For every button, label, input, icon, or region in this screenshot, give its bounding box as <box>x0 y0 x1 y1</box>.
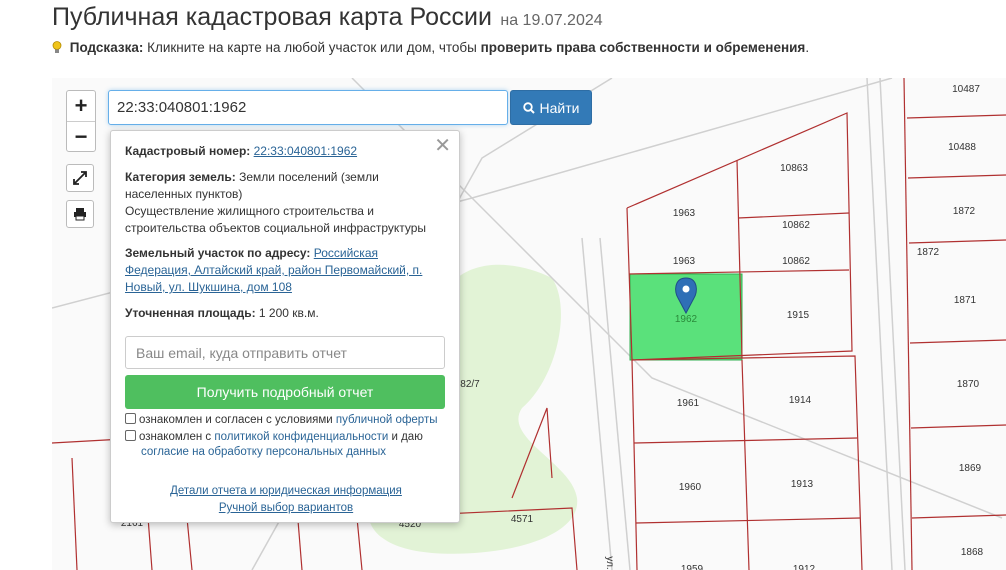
hint-end: . <box>805 40 810 55</box>
parcel-label: 1912 <box>793 564 816 570</box>
offer-consent-checkbox[interactable] <box>125 413 136 424</box>
print-button[interactable] <box>66 200 94 228</box>
area-value: 1 200 кв.м. <box>255 306 319 320</box>
parcel-label: 1870 <box>957 379 980 390</box>
parcel-label: 82/7 <box>460 379 480 390</box>
report-details-link[interactable]: Детали отчета и юридическая информация <box>111 483 461 500</box>
hint-text: Кликните на карте на любой участок или д… <box>143 40 481 55</box>
zoom-in-button[interactable]: + <box>67 91 95 121</box>
public-offer-link[interactable]: публичной оферты <box>336 414 438 426</box>
street-label: ул. <box>604 556 615 569</box>
expand-icon <box>73 171 87 185</box>
area-row: Уточненная площадь: 1 200 кв.м. <box>125 305 445 322</box>
find-button[interactable]: Найти <box>510 90 592 125</box>
parcel-label: 1871 <box>954 295 977 306</box>
parcel-label: 1960 <box>679 482 702 493</box>
date-label: на 19.07.2024 <box>500 12 603 29</box>
parcel-label: 1963 <box>673 256 696 267</box>
parcel-label: 1962 <box>675 314 698 325</box>
parcel-label: 1961 <box>677 398 700 409</box>
zoom-control: + − <box>66 90 96 152</box>
parcel-label: 1915 <box>787 310 810 321</box>
parcel-label: 10863 <box>780 163 808 174</box>
parcel-label: 1868 <box>961 547 984 558</box>
cadastral-map[interactable]: 10487 10488 10863 1963 10862 1872 1963 1… <box>52 78 1006 570</box>
consent2-text: ознакомлен с <box>139 431 215 443</box>
parcel-label: 1913 <box>791 479 814 490</box>
printer-icon <box>74 208 86 221</box>
consent-data-row: согласие на обработку персональных данны… <box>125 445 445 460</box>
search-icon <box>522 101 535 114</box>
hint-line: Подсказка: Кликните на карте на любой уч… <box>52 40 809 55</box>
parcel-label: 1869 <box>959 463 982 474</box>
parcel-info-popup: ✕ Кадастровый номер: 22:33:040801:1962 К… <box>110 130 460 523</box>
page-header: Публичная кадастровая карта России на 19… <box>52 3 603 32</box>
privacy-consent-checkbox[interactable] <box>125 430 136 441</box>
parcel-label: 1872 <box>953 206 976 217</box>
cadastral-label: Кадастровый номер: <box>125 144 251 158</box>
parcel-label: 1914 <box>789 395 812 406</box>
offer-consent-row: ознакомлен и согласен с условиями публич… <box>125 413 445 428</box>
fullscreen-button[interactable] <box>66 164 94 192</box>
address-row: Земельный участок по адресу: Российская … <box>125 245 445 296</box>
cadastral-number-row: Кадастровый номер: 22:33:040801:1962 <box>125 143 445 160</box>
privacy-consent-row: ознакомлен с политикой конфиденциальност… <box>125 430 445 445</box>
parcel-label: 1872 <box>917 247 940 258</box>
parcel-label: 10862 <box>782 220 810 231</box>
data-processing-link[interactable]: согласие на обработку персональных данны… <box>141 446 386 458</box>
parcel-label: 10488 <box>948 142 976 153</box>
parcel-label: 4571 <box>511 514 534 525</box>
privacy-policy-link[interactable]: политикой конфиденциальности <box>214 431 388 443</box>
consent1-text: ознакомлен и согласен с условиями <box>139 414 336 426</box>
address-label: Земельный участок по адресу: <box>125 246 311 260</box>
parcel-label: 1959 <box>681 564 704 570</box>
cadastral-search-input[interactable] <box>108 90 508 125</box>
zoom-out-button[interactable]: − <box>67 121 95 151</box>
consent2-tail: и даю <box>388 431 423 443</box>
find-button-label: Найти <box>539 99 580 116</box>
parcel-label: 1963 <box>673 208 696 219</box>
land-category-row: Категория земель: Земли поселений (земли… <box>125 169 445 203</box>
get-report-button[interactable]: Получить подробный отчет <box>125 375 445 409</box>
manual-selection-link[interactable]: Ручной выбор вариантов <box>111 500 461 517</box>
page-title: Публичная кадастровая карта России <box>52 3 492 31</box>
category-label: Категория земель: <box>125 170 236 184</box>
parcel-label: 10487 <box>952 84 980 95</box>
lightbulb-icon <box>52 41 62 53</box>
email-input[interactable] <box>125 336 445 369</box>
area-label: Уточненная площадь: <box>125 306 256 320</box>
parcel-label: 10862 <box>782 256 810 267</box>
hint-emphasis: проверить права собственности и обремене… <box>480 40 806 55</box>
hint-label: Подсказка: <box>69 40 144 55</box>
usage-text: Осуществление жилищного строительства и … <box>125 204 427 235</box>
cadastral-number-link[interactable]: 22:33:040801:1962 <box>254 144 357 158</box>
